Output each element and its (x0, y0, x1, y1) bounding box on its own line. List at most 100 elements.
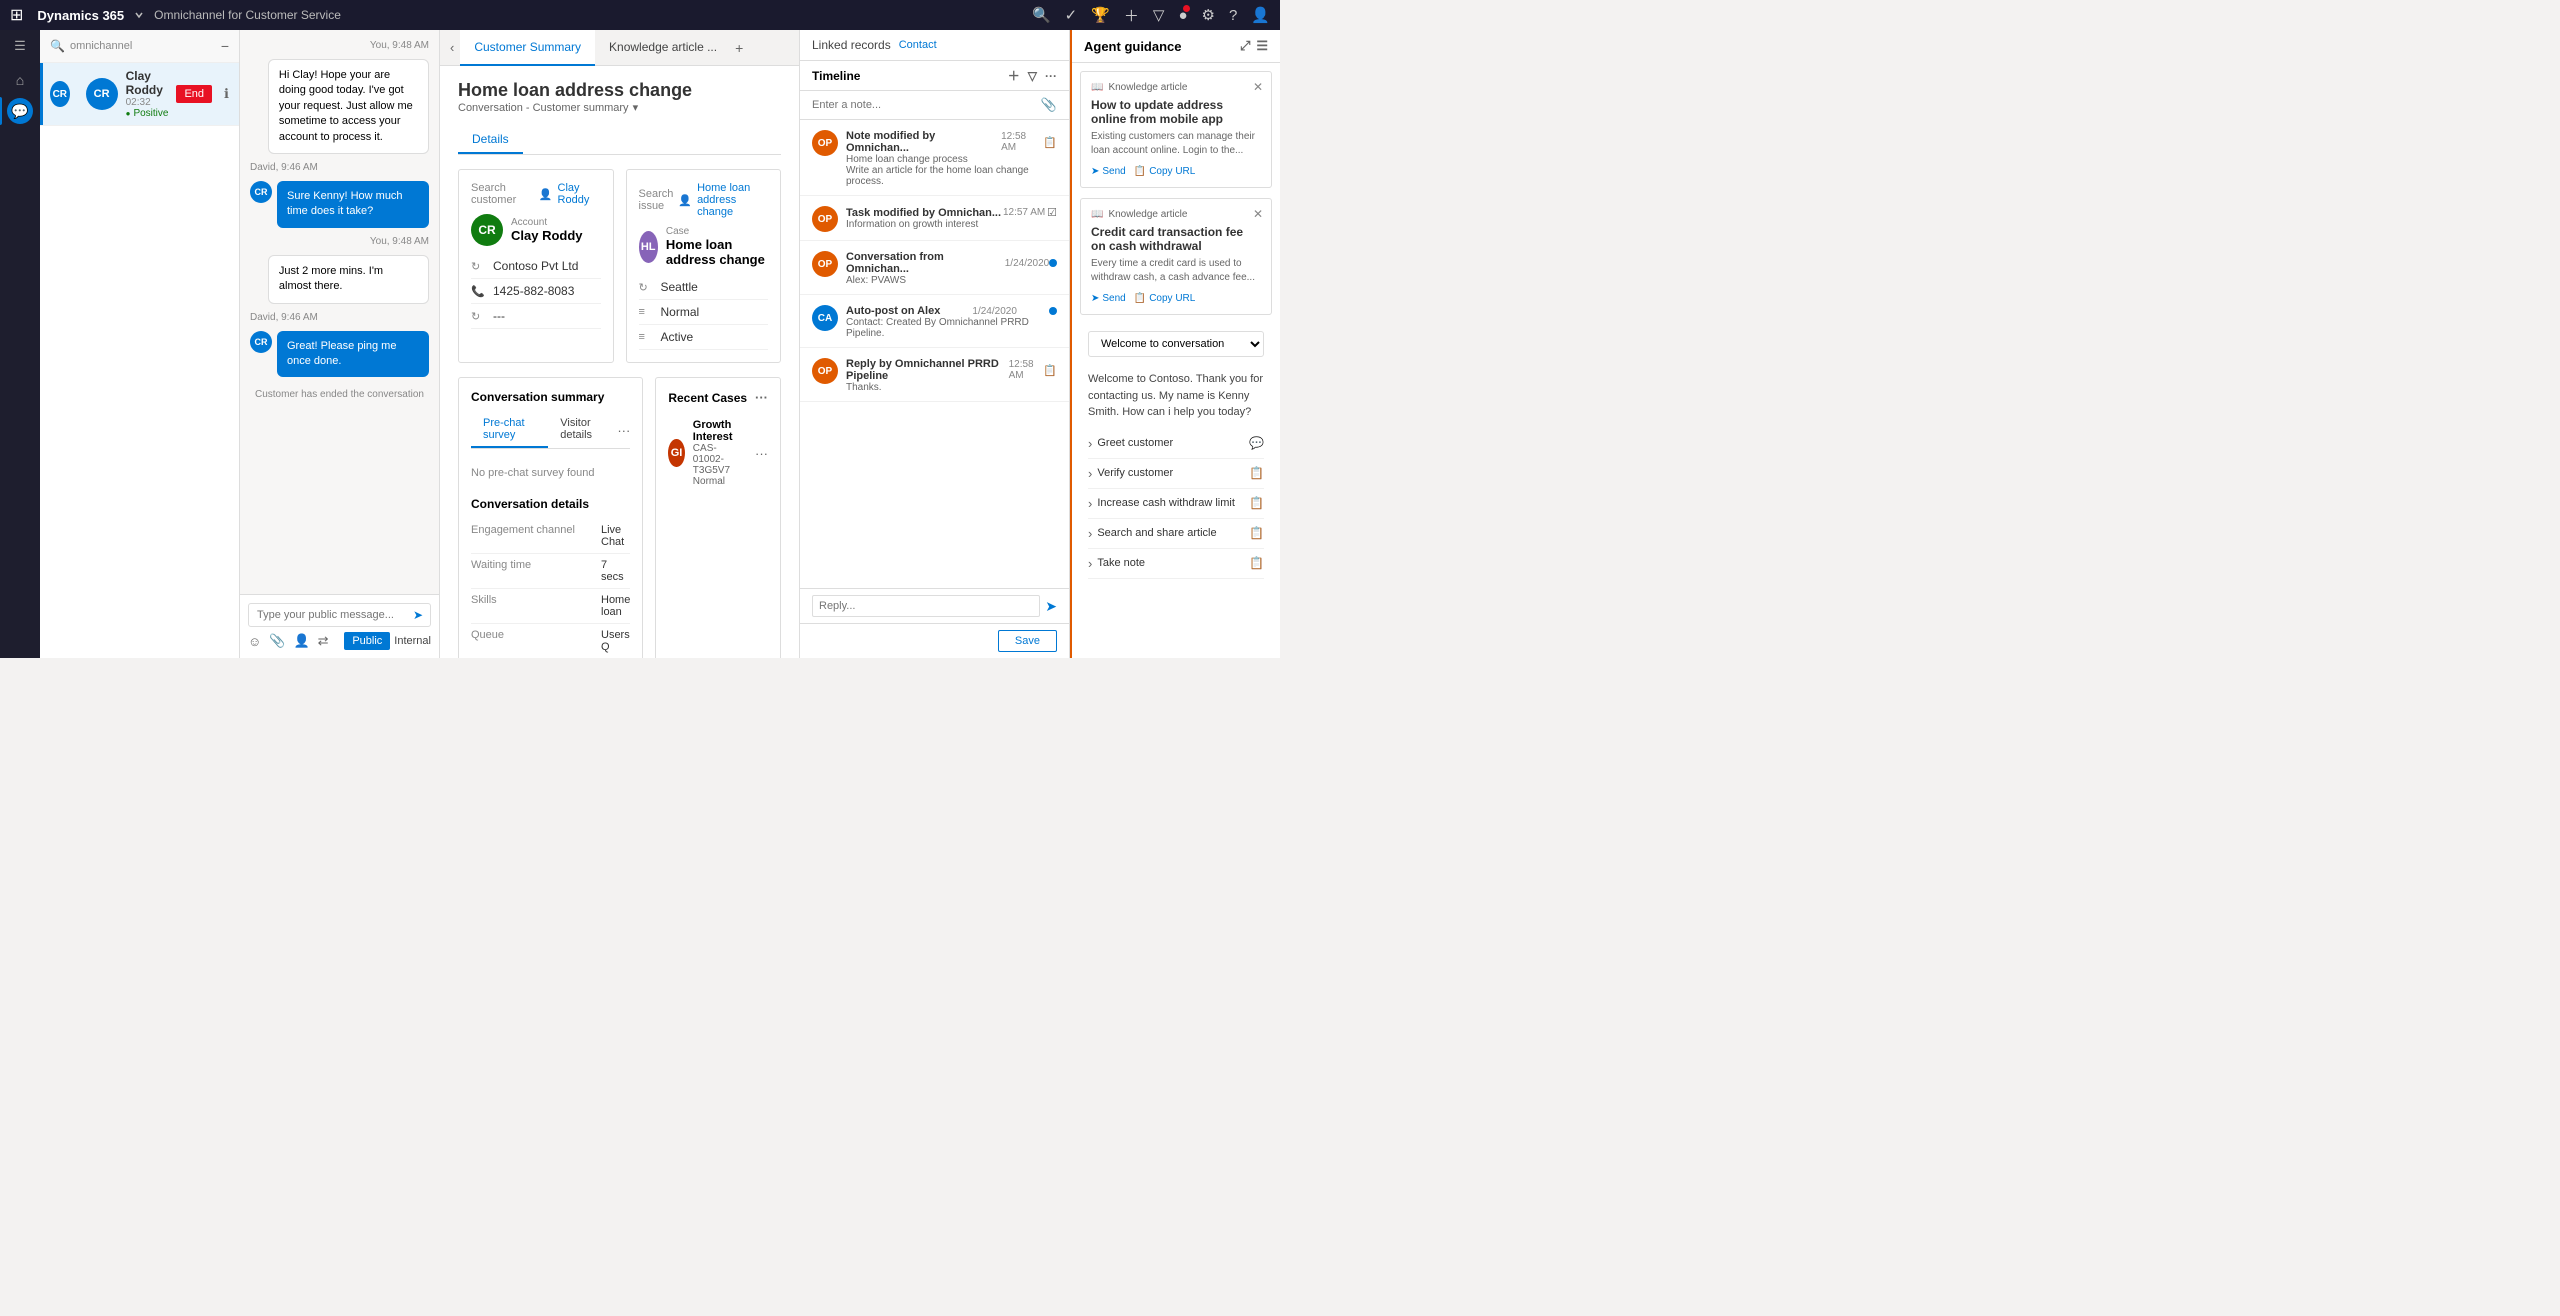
plus-icon[interactable]: ＋ (1124, 5, 1139, 26)
timeline-more-icon[interactable]: ··· (1045, 69, 1057, 83)
kc-copy-btn-1[interactable]: 📋 Copy URL (1134, 293, 1196, 304)
note-input[interactable] (812, 99, 1035, 111)
trophy-icon[interactable]: 🏆 (1091, 6, 1110, 24)
tl-item-1: OP Task modified by Omnichan... 12:57 AM… (800, 196, 1069, 241)
kc-send-label-1: Send (1102, 293, 1125, 304)
conv-more-icon[interactable]: ··· (617, 423, 630, 438)
end-button[interactable]: End (176, 85, 212, 103)
search-icon[interactable]: 🔍 (1032, 6, 1051, 24)
attachment-icon[interactable]: 📎 (269, 633, 285, 649)
ag-step-3[interactable]: Search and share article 📋 (1088, 519, 1264, 549)
kc-close-1[interactable]: ✕ (1253, 207, 1263, 221)
agent-avatar: CR (86, 78, 118, 110)
agent-item[interactable]: CR CR Clay Roddy 02:32 Positive End ℹ (40, 63, 239, 126)
tab-add-icon[interactable]: + (735, 40, 743, 56)
ag-dropdown[interactable]: Welcome to conversation (1088, 331, 1264, 357)
rc-item-more[interactable]: ··· (755, 446, 768, 461)
person-icon[interactable]: 👤 (293, 633, 309, 649)
tl-title-3: Auto-post on Alex (846, 305, 940, 317)
kc-type-0: Knowledge article (1108, 82, 1187, 93)
tab-knowledge-label: Knowledge article ... (609, 40, 717, 54)
kc-copy-btn-0[interactable]: 📋 Copy URL (1134, 166, 1196, 177)
subtitle-text: Conversation - Customer summary (458, 102, 629, 114)
ag-step-label-3: Search and share article (1088, 526, 1217, 541)
recent-cases-card: Recent Cases ··· GI Growth Interest CAS-… (655, 377, 781, 658)
settings-icon[interactable]: ⚙ (1202, 6, 1215, 24)
subtitle-chevron: ▾ (633, 101, 639, 114)
customer-message-1: Sure Kenny! How much time does it take? (277, 181, 429, 228)
status-icon: ≡ (639, 331, 655, 343)
tab-back-icon[interactable]: ‹ (450, 40, 454, 55)
chat-input[interactable] (248, 603, 431, 627)
rc-avatar-0: GI (668, 439, 684, 467)
rc-info-0: Growth Interest CAS-01002-T3G5V7 Normal (693, 419, 747, 487)
search-issue-link[interactable]: Home loan address change (697, 182, 768, 218)
customer-row-2: CR Great! Please ping me once done. (250, 331, 429, 378)
ag-expand-icon[interactable]: ⤢ (1240, 38, 1250, 54)
nav-right-icons: 🔍 ✓ 🏆 ＋ ▽ ● ⚙ ? 👤 (1032, 5, 1270, 26)
tabs-bar: ‹ Customer Summary Knowledge article ...… (440, 30, 799, 66)
case-card: Search issue 👤 Home loan address change … (626, 169, 782, 363)
recent-cases-title: Recent Cases (668, 391, 747, 405)
hamburger-icon[interactable]: ☰ (14, 38, 26, 54)
customer-avatar-2: CR (250, 331, 272, 353)
conv-tab-prechat[interactable]: Pre-chat survey (471, 412, 548, 448)
conv-tab-visitor[interactable]: Visitor details (548, 412, 617, 448)
chevron-down-icon (134, 10, 144, 20)
grid-icon[interactable]: ⊞ (10, 5, 23, 25)
conv-detail-3: Queue Users Q (471, 624, 630, 658)
tab-customer-summary[interactable]: Customer Summary (460, 30, 595, 66)
tab-knowledge-article[interactable]: Knowledge article ... (595, 30, 731, 66)
internal-button[interactable]: Internal (394, 635, 431, 647)
kc-header-0: 📖 Knowledge article (1091, 82, 1261, 93)
customer-row-1: CR Sure Kenny! How much time does it tak… (250, 181, 429, 228)
ag-step-0[interactable]: Greet customer 💬 (1088, 429, 1264, 459)
timeline-filter-icon[interactable]: ▽ (1028, 69, 1037, 83)
ag-welcome-text: Welcome to Contoso. Thank you for contac… (1080, 371, 1272, 429)
send-icon[interactable]: ➤ (413, 608, 423, 622)
kc-send-btn-0[interactable]: ➤ Send (1091, 166, 1126, 177)
check-circle-icon[interactable]: ✓ (1065, 6, 1078, 24)
ag-step-2[interactable]: Increase cash withdraw limit 📋 (1088, 489, 1264, 519)
help-icon[interactable]: ? (1229, 7, 1237, 24)
user-icon[interactable]: 👤 (1251, 6, 1270, 24)
info-icon[interactable]: ℹ (224, 86, 229, 102)
chat-icon[interactable]: 💬 (7, 98, 33, 124)
timeline-add-icon[interactable]: ＋ (1008, 67, 1020, 84)
kc-book-icon-0: 📖 (1091, 82, 1103, 93)
tl-avatar-1: OP (812, 206, 838, 232)
kc-actions-1: ➤ Send 📋 Copy URL (1091, 293, 1261, 304)
save-button[interactable]: Save (998, 630, 1057, 652)
linked-tab-contact[interactable]: Contact (899, 39, 937, 51)
conv-summary-title: Conversation summary (471, 390, 630, 404)
ag-step-4[interactable]: Take note 📋 (1088, 549, 1264, 579)
conv-detail-label-1: Waiting time (471, 559, 601, 583)
agent-message-2: Just 2 more mins. I'm almost there. (268, 255, 429, 304)
agent-message-1: Hi Clay! Hope your are doing good today.… (268, 59, 429, 154)
tl-content-1: Task modified by Omnichan... 12:57 AM ☑ … (846, 204, 1057, 232)
minimize-icon[interactable]: − (221, 38, 229, 54)
kc-close-0[interactable]: ✕ (1253, 80, 1263, 94)
rc-item-0[interactable]: GI Growth Interest CAS-01002-T3G5V7 Norm… (668, 413, 768, 493)
recent-cases-more[interactable]: ··· (755, 390, 768, 405)
emoji-icon[interactable]: ☺ (248, 634, 261, 649)
ag-step-1[interactable]: Verify customer 📋 (1088, 459, 1264, 489)
ag-list-icon[interactable]: ☰ (1256, 38, 1268, 54)
reply-input[interactable] (812, 595, 1040, 617)
search-text: omnichannel (70, 40, 132, 52)
ag-step-icon-0: 💬 (1249, 436, 1264, 450)
filter-icon[interactable]: ▽ (1153, 6, 1165, 24)
conv-detail-val-0: Live Chat (601, 524, 630, 548)
transfer-icon[interactable]: ⇄ (318, 633, 329, 649)
home-icon[interactable]: ⌂ (16, 72, 24, 88)
search-customer-link[interactable]: Clay Roddy (558, 182, 601, 206)
public-button[interactable]: Public (344, 632, 390, 650)
save-bar: Save (800, 623, 1069, 658)
detail-tab-details[interactable]: Details (458, 126, 523, 154)
attach-icon[interactable]: 📎 (1041, 97, 1057, 113)
reply-send-icon[interactable]: ➤ (1045, 598, 1057, 615)
conv-panel-header: 🔍 omnichannel − (40, 30, 239, 63)
tl-meta-1: Task modified by Omnichan... 12:57 AM ☑ (846, 206, 1057, 219)
kc-send-btn-1[interactable]: ➤ Send (1091, 293, 1126, 304)
notification-icon[interactable]: ● (1178, 7, 1187, 24)
